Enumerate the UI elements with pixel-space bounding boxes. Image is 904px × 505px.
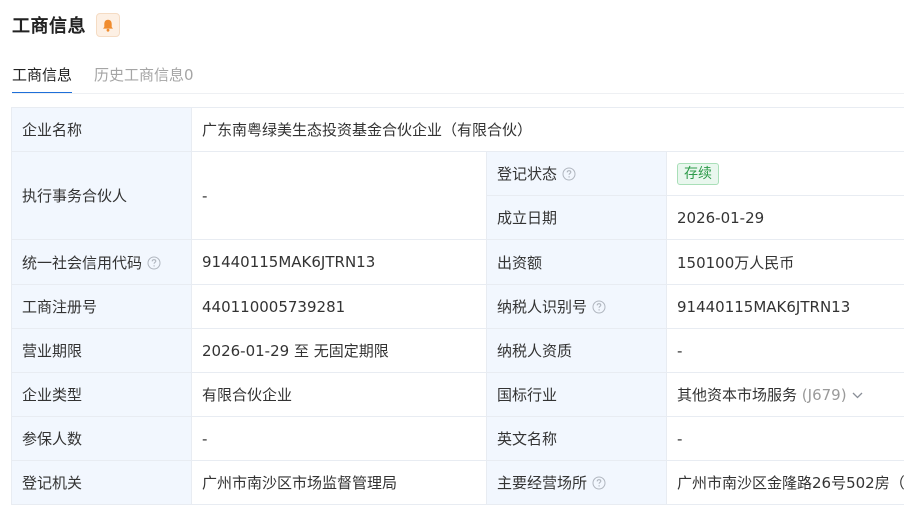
credit-code-label: 统一社会信用代码	[22, 253, 143, 272]
table-row: 参保人数 - 英文名称 -	[11, 416, 904, 461]
tabs-divider	[12, 93, 904, 94]
industry-code: (J679)	[801, 386, 847, 404]
chevron-down-icon[interactable]	[852, 392, 863, 399]
partner-label: 执行事务合伙人	[11, 151, 192, 240]
help-icon[interactable]	[147, 256, 161, 270]
help-icon[interactable]	[592, 476, 606, 490]
tab-business-info[interactable]: 工商信息	[12, 62, 73, 94]
partner-value: -	[191, 151, 487, 240]
company-type-label: 企业类型	[11, 372, 192, 417]
reg-no-label: 工商注册号	[11, 284, 192, 329]
table-row: 工商注册号 440110005739281 纳税人识别号 91440115MAK…	[11, 284, 904, 329]
table-row: 营业期限 2026-01-29 至 无固定期限 纳税人资质 -	[11, 328, 904, 373]
period-value: 2026-01-29 至 无固定期限	[191, 328, 487, 373]
table-row: 执行事务合伙人 - 登记状态 存续	[11, 151, 904, 240]
company-name-value: 广东南粤绿美生态投资基金合伙企业（有限合伙）	[190, 107, 904, 152]
status-badge: 存续	[677, 162, 719, 185]
capital-value: 150100万人民币	[665, 239, 904, 285]
table-row: 登记机关 广州市南沙区市场监督管理局 主要经营场所 广州市南沙区金隆路26号50…	[11, 460, 904, 505]
period-label: 营业期限	[11, 328, 192, 373]
page-title: 工商信息	[12, 16, 86, 37]
taxpayer-qual-value: -	[665, 328, 904, 373]
address-value: 广州市南沙区金隆路26号502房（	[665, 460, 904, 505]
taxpayer-id-label-cell: 纳税人识别号	[486, 284, 667, 329]
help-icon[interactable]	[592, 300, 606, 314]
insured-value: -	[191, 416, 487, 461]
table-row: 企业名称 广东南粤绿美生态投资基金合伙企业（有限合伙）	[11, 107, 904, 152]
taxpayer-qual-label: 纳税人资质	[486, 328, 667, 373]
industry-value: 其他资本市场服务	[677, 386, 798, 404]
authority-value: 广州市南沙区市场监督管理局	[191, 460, 487, 505]
credit-code-value: 91440115MAK6JTRN13	[191, 239, 487, 285]
business-info-table: 企业名称 广东南粤绿美生态投资基金合伙企业（有限合伙） 执行事务合伙人 - 登记…	[11, 107, 904, 505]
section-header: 工商信息	[12, 12, 120, 38]
industry-label: 国标行业	[486, 372, 667, 417]
table-row: 企业类型 有限合伙企业 国标行业 其他资本市场服务 (J679)	[11, 372, 904, 417]
company-name-label: 企业名称	[11, 107, 192, 152]
capital-label: 出资额	[486, 239, 667, 285]
est-date-value: 2026-01-29	[665, 195, 904, 240]
address-label: 主要经营场所	[497, 474, 588, 492]
reg-status-value-cell: 存续	[665, 151, 904, 196]
taxpayer-id-value: 91440115MAK6JTRN13	[665, 284, 904, 329]
company-type-value: 有限合伙企业	[191, 372, 487, 417]
help-icon[interactable]	[562, 167, 576, 181]
address-label-cell: 主要经营场所	[486, 460, 667, 505]
reg-status-label-cell: 登记状态	[486, 151, 667, 196]
english-name-value: -	[665, 416, 904, 461]
tab-bar: 工商信息 历史工商信息0	[12, 62, 216, 94]
credit-code-label-cell: 统一社会信用代码	[11, 239, 192, 285]
est-date-label: 成立日期	[486, 195, 667, 240]
bell-icon	[103, 19, 113, 32]
english-name-label: 英文名称	[486, 416, 667, 461]
tab-history-business-info[interactable]: 历史工商信息0	[94, 62, 194, 92]
table-row: 统一社会信用代码 91440115MAK6JTRN13 出资额 150100万人…	[11, 239, 904, 285]
insured-label: 参保人数	[11, 416, 192, 461]
authority-label: 登记机关	[11, 460, 192, 505]
subscribe-button[interactable]	[96, 13, 120, 37]
reg-status-label: 登记状态	[497, 165, 558, 183]
industry-value-cell[interactable]: 其他资本市场服务 (J679)	[665, 372, 904, 417]
taxpayer-id-label: 纳税人识别号	[497, 298, 588, 316]
reg-no-value: 440110005739281	[191, 284, 487, 329]
